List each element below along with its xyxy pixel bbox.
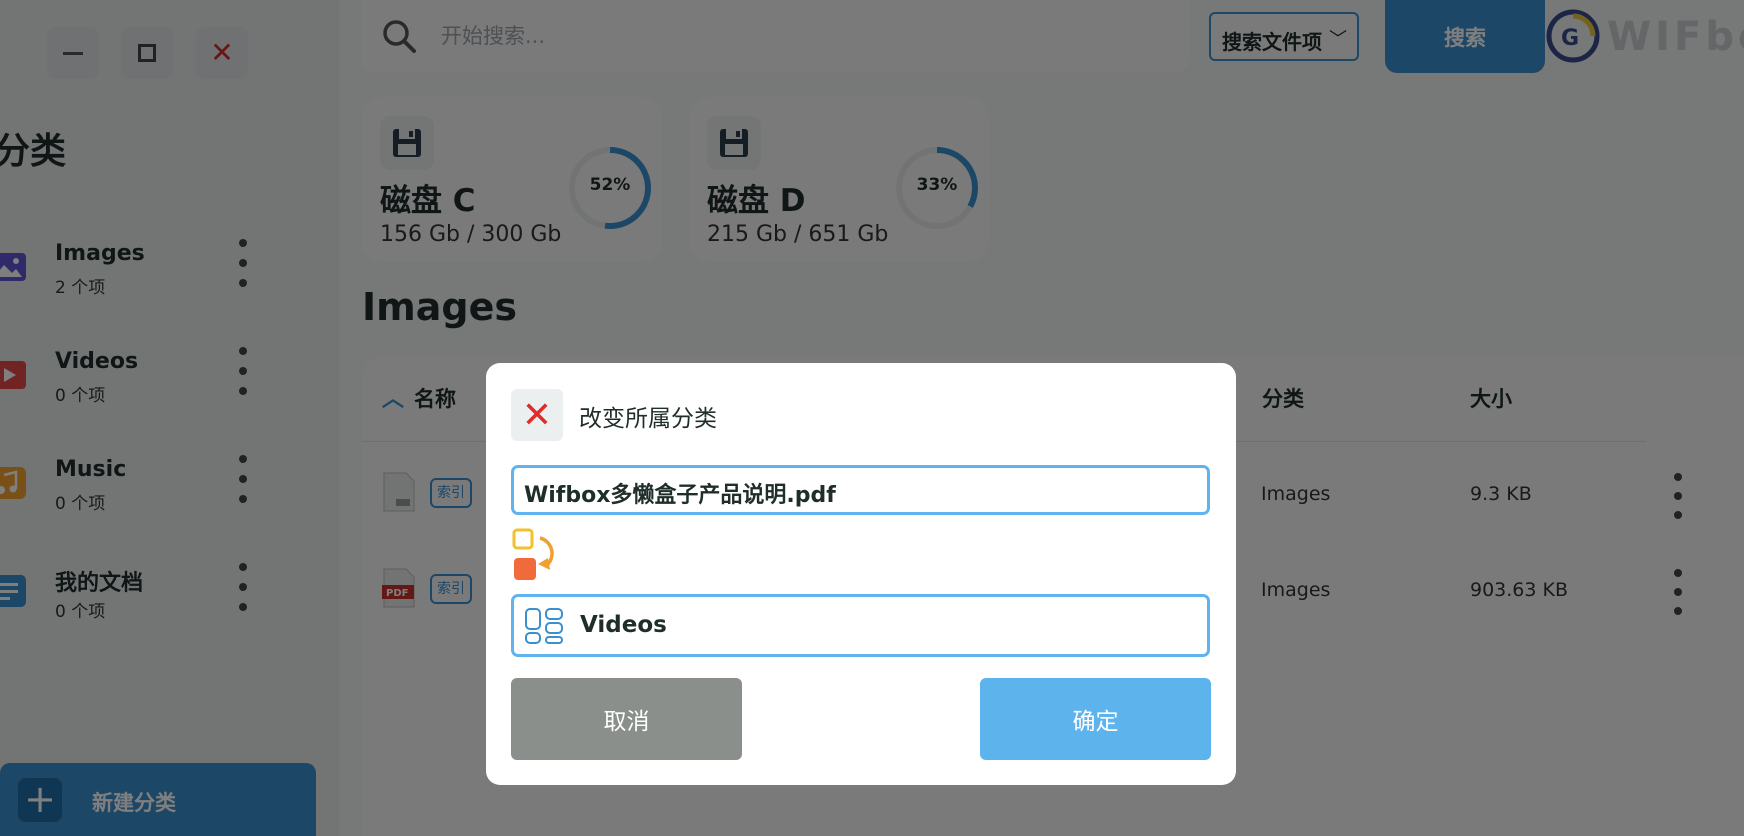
move-to-category-icon bbox=[512, 528, 554, 580]
close-icon: ✕ bbox=[521, 394, 553, 436]
file-name-value: Wifbox多懒盒子产品说明.pdf bbox=[524, 483, 836, 508]
target-category-value: Videos bbox=[580, 612, 667, 638]
file-name-field[interactable]: Wifbox多懒盒子产品说明.pdf bbox=[511, 465, 1210, 515]
confirm-button[interactable]: 确定 bbox=[980, 678, 1211, 760]
target-category-select[interactable]: Videos bbox=[511, 594, 1210, 657]
app-window: ✕ 分类 Images 2 个项 Videos 0 个项 bbox=[0, 0, 1744, 836]
category-grid-icon bbox=[525, 608, 563, 644]
cancel-button[interactable]: 取消 bbox=[511, 678, 742, 760]
dialog-close-button[interactable]: ✕ bbox=[511, 389, 563, 441]
dialog-title: 改变所属分类 bbox=[579, 406, 717, 432]
change-category-dialog: ✕ 改变所属分类 Wifbox多懒盒子产品说明.pdf Videos 取消 确定 bbox=[486, 363, 1236, 785]
